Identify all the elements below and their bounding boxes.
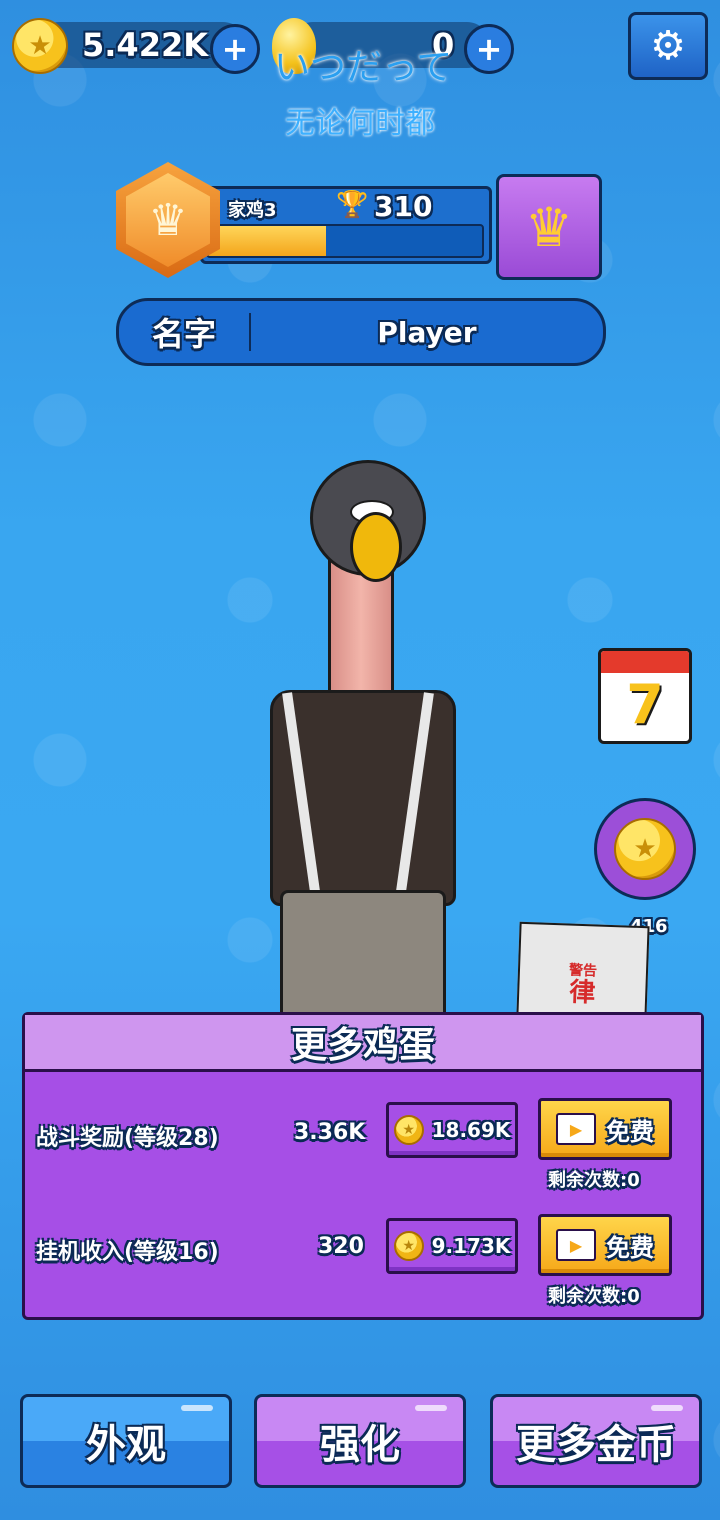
upgrade-label: 强化 xyxy=(320,1422,400,1468)
row-value: 3.36K xyxy=(294,1120,366,1145)
appearance-label: 外观 xyxy=(86,1422,166,1468)
coin-icon: ★ xyxy=(393,1231,424,1261)
subtitle: 无论何时都 xyxy=(285,106,435,141)
newspaper-big-char: 律 xyxy=(568,977,596,1009)
daily-calendar-button[interactable]: 7 xyxy=(598,648,692,744)
trophy-count: 310 xyxy=(374,190,433,223)
button-shine xyxy=(415,1405,447,1411)
add-coins-button[interactable]: + xyxy=(210,24,260,74)
name-label: 名字 xyxy=(151,315,216,353)
remaining-count: 剩余次数:0 xyxy=(548,1170,640,1191)
player-name: Player xyxy=(377,315,477,349)
character-pants xyxy=(280,890,446,1026)
buy-idle-income-button[interactable]: ★ 9.173K xyxy=(386,1218,518,1274)
buy-battle-reward-button[interactable]: ★ 18.69K xyxy=(386,1102,518,1158)
button-shine xyxy=(181,1405,213,1411)
add-gems-button[interactable]: + xyxy=(464,24,514,74)
calendar-header xyxy=(601,651,689,673)
play-video-icon: ▶ xyxy=(556,1229,596,1261)
free-label: 免费 xyxy=(606,1117,654,1146)
rank-progress-fill xyxy=(208,226,326,256)
calendar-day: 7 xyxy=(626,673,664,736)
crown-icon: ♛ xyxy=(126,173,210,267)
rank-progress-bar xyxy=(206,224,484,258)
warning-newspaper[interactable]: 警告 律 xyxy=(516,921,650,1021)
panel-header: 更多鸡蛋 xyxy=(25,1015,701,1072)
free-label: 免费 xyxy=(606,1233,654,1262)
more-coins-label: 更多金币 xyxy=(516,1422,676,1468)
overlay-title: いつだって xyxy=(274,47,453,88)
more-coins-button[interactable]: 更多金币 xyxy=(490,1394,702,1488)
row-label: 挂机收入(等级16) xyxy=(36,1240,219,1265)
remaining-count: 剩余次数:0 xyxy=(548,1286,640,1307)
appearance-button[interactable]: 外观 xyxy=(20,1394,232,1488)
rank-name: 家鸡3 xyxy=(228,200,277,221)
coin-icon: ★ xyxy=(12,18,68,74)
button-shine xyxy=(651,1405,683,1411)
character-chicken[interactable] xyxy=(250,460,470,1026)
upgrade-button[interactable]: 强化 xyxy=(254,1394,466,1488)
row-label: 战斗奖励(等级28) xyxy=(36,1126,219,1151)
free-idle-income-button[interactable]: ▶ 免费 xyxy=(538,1214,672,1276)
price-label: 9.173K xyxy=(431,1234,511,1258)
panel-title: 更多鸡蛋 xyxy=(290,1025,435,1066)
trophy-icon: 🏆 xyxy=(336,190,369,220)
coin-amount: 5.422K xyxy=(82,26,209,64)
coin-reward-button[interactable]: ★ xyxy=(594,798,696,900)
name-bar[interactable]: 名字 Player xyxy=(116,298,606,366)
row-value: 320 xyxy=(318,1234,364,1259)
coin-icon: ★ xyxy=(393,1115,424,1145)
free-battle-reward-button[interactable]: ▶ 免费 xyxy=(538,1098,672,1160)
price-label: 18.69K xyxy=(431,1118,511,1142)
character-beak xyxy=(350,512,402,582)
rank-rewards-button[interactable]: ♛ xyxy=(496,174,602,280)
settings-button[interactable]: ⚙ xyxy=(628,12,708,80)
play-video-icon: ▶ xyxy=(556,1113,596,1145)
coin-icon: ★ xyxy=(614,818,676,880)
gear-icon: ⚙ xyxy=(650,23,686,69)
crown-icon: ♛ xyxy=(524,195,574,259)
